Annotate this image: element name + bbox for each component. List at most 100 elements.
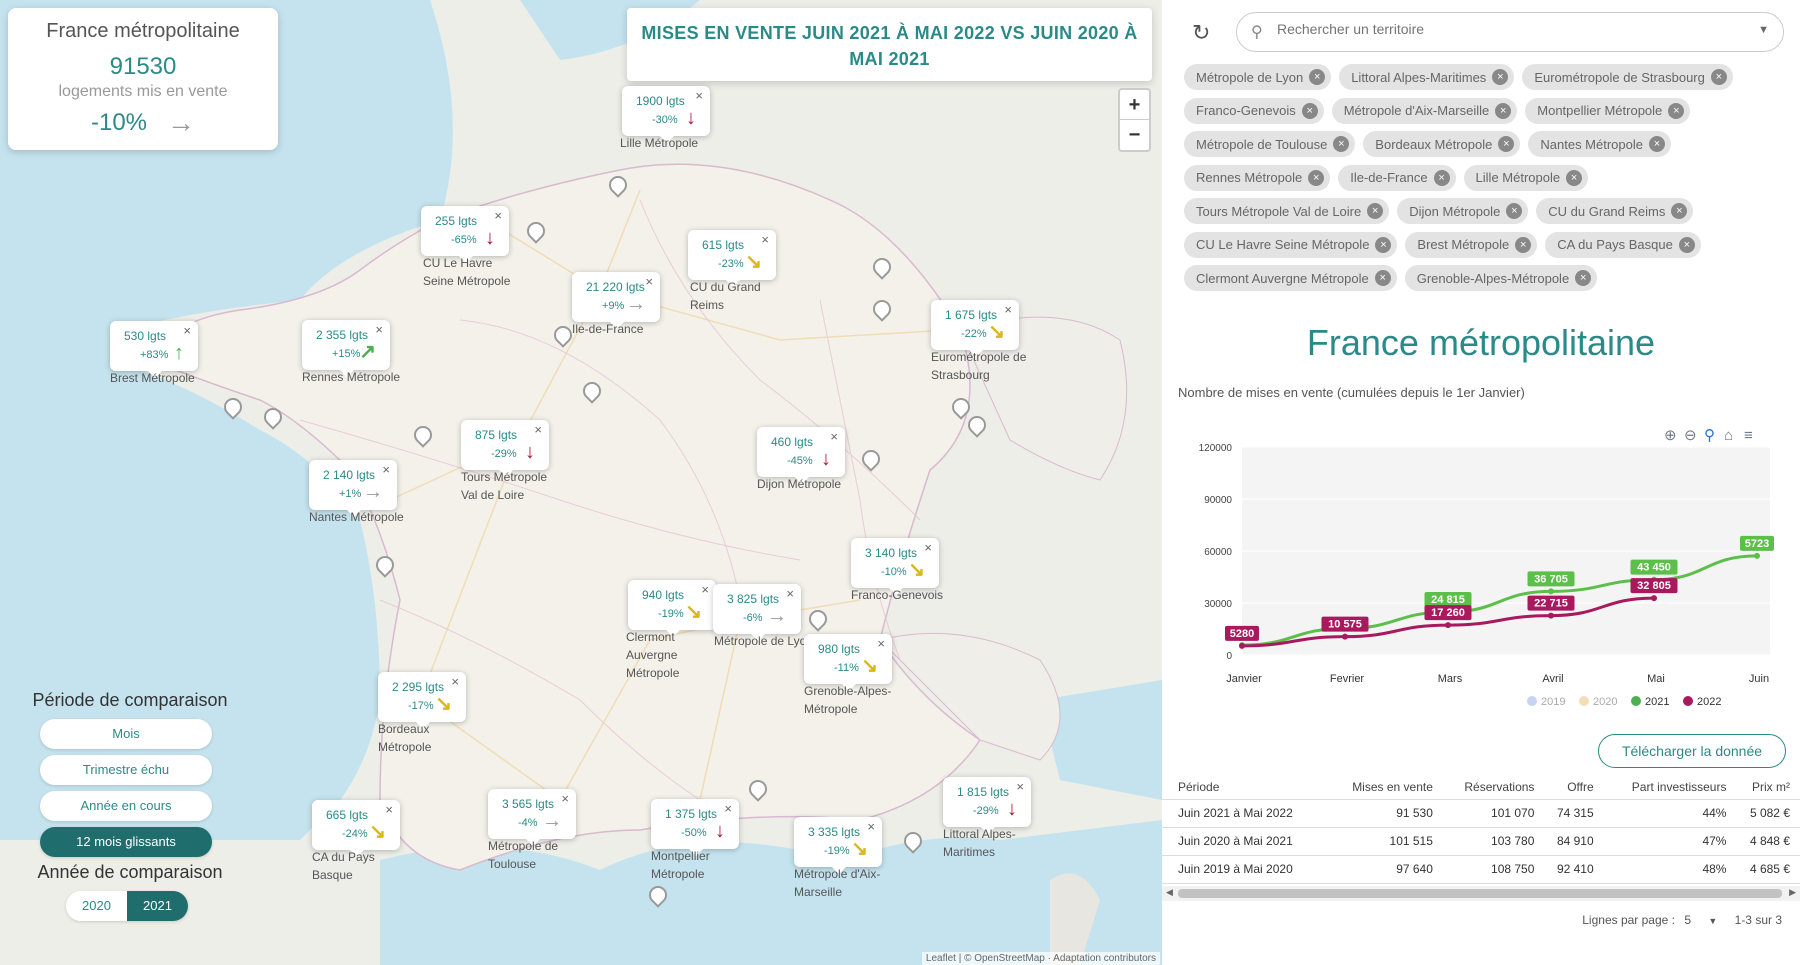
legend-label[interactable]: 2022 [1697, 696, 1721, 708]
marker-label[interactable]: Métropole de Lyon [714, 632, 814, 650]
marker-popup[interactable]: 615 lgts -23% × ↘ [688, 230, 776, 287]
territory-chip[interactable]: Brest Métropole × [1405, 231, 1538, 258]
close-icon[interactable]: × [1004, 302, 1012, 317]
home-icon[interactable]: ⌂ [1724, 427, 1733, 444]
marker-label[interactable]: Grenoble-Alpes-Métropole [804, 682, 904, 718]
period-option[interactable]: Trimestre échu [40, 755, 212, 785]
marker-popup[interactable]: 2 295 lgts -17% × ↘ [378, 672, 466, 729]
marker-popup[interactable]: 3 565 lgts -4% × → [488, 789, 576, 846]
data-point[interactable] [1342, 633, 1348, 640]
data-point[interactable] [1651, 595, 1657, 602]
territory-chip[interactable]: Grenoble-Alpes-Métropole × [1404, 265, 1598, 291]
chevron-down-icon[interactable]: ▼ [1758, 24, 1769, 36]
marker-popup[interactable]: 530 lgts +83% × ↑ [110, 321, 198, 378]
marker-label[interactable]: Métropole de Toulouse [488, 837, 588, 873]
close-icon[interactable]: × [830, 429, 838, 444]
remove-chip-icon[interactable]: × [1495, 102, 1512, 119]
marker-label[interactable]: Littoral Alpes-Maritimes [943, 825, 1043, 861]
territory-chip[interactable]: Bordeaux Métropole × [1363, 131, 1521, 157]
map-view[interactable]: France métropolitaine 91530 logements mi… [0, 0, 1162, 965]
marker-popup[interactable]: 21 220 lgts +9% × → [572, 272, 660, 329]
data-point[interactable] [1445, 622, 1451, 629]
remove-chip-icon[interactable]: × [1566, 169, 1583, 186]
marker-label[interactable]: CU Le Havre Seine Métropole [423, 254, 523, 290]
marker-popup[interactable]: 1 815 lgts -29% × ↓ [943, 777, 1031, 834]
legend-marker[interactable] [1631, 696, 1641, 706]
close-icon[interactable]: × [701, 582, 709, 597]
remove-chip-icon[interactable]: × [1333, 136, 1350, 152]
search-box[interactable]: ⚲ ▼ [1236, 12, 1784, 52]
close-icon[interactable]: × [695, 88, 703, 103]
data-point[interactable] [1754, 552, 1760, 559]
close-icon[interactable]: × [385, 802, 393, 817]
marker-label[interactable]: Ile-de-France [572, 320, 672, 338]
marker-label[interactable]: Bordeaux Métropole [378, 720, 478, 756]
marker-label[interactable]: Clermont Auvergne Métropole [626, 628, 726, 682]
menu-icon[interactable]: ≡ [1744, 427, 1753, 444]
data-point[interactable] [1548, 612, 1554, 619]
column-header[interactable]: Mises en vente [1327, 775, 1443, 800]
territory-chip[interactable]: Tours Métropole Val de Loire × [1184, 198, 1390, 224]
year-option[interactable]: 2020 [66, 891, 127, 921]
column-header[interactable]: Offre [1544, 775, 1604, 800]
search-input[interactable] [1277, 21, 1747, 37]
marker-label[interactable]: Brest Métropole [110, 369, 210, 387]
rows-per-page-select[interactable]: 5 [1684, 913, 1691, 927]
close-icon[interactable]: × [494, 208, 502, 223]
remove-chip-icon[interactable]: × [1374, 270, 1391, 286]
territory-chip[interactable]: Métropole de Toulouse × [1184, 131, 1356, 157]
close-icon[interactable]: × [451, 674, 459, 689]
scroll-left-icon[interactable]: ◀ [1166, 887, 1173, 898]
marker-popup[interactable]: 1 675 lgts -22% × ↘ [931, 300, 1019, 357]
remove-chip-icon[interactable]: × [1710, 69, 1727, 85]
marker-popup[interactable]: 460 lgts -45% × ↓ [757, 427, 845, 484]
territory-chip[interactable]: Métropole d'Aix-Marseille × [1331, 97, 1518, 124]
territory-chip[interactable]: CU Le Havre Seine Métropole × [1184, 231, 1398, 258]
territory-chip[interactable]: Eurométropole de Strasbourg × [1522, 64, 1733, 90]
remove-chip-icon[interactable]: × [1649, 136, 1665, 152]
close-icon[interactable]: × [877, 636, 885, 651]
map-attribution[interactable]: Leaflet | © OpenStreetMap · Adaptation c… [921, 952, 1160, 965]
territory-chip[interactable]: Nantes Métropole × [1528, 131, 1671, 157]
remove-chip-icon[interactable]: × [1301, 102, 1318, 119]
marker-label[interactable]: Dijon Métropole [757, 475, 857, 493]
marker-label[interactable]: Tours Métropole Val de Loire [461, 468, 561, 504]
marker-popup[interactable]: 3 140 lgts -10% × ↘ [851, 538, 939, 595]
scroll-right-icon[interactable]: ▶ [1789, 887, 1796, 898]
table-row[interactable]: Juin 2020 à Mai 2021 101 515 103 780 84 910… [1162, 827, 1800, 856]
column-header[interactable]: Réservations [1442, 775, 1545, 800]
marker-popup[interactable]: 1 375 lgts -50% × ↓ [651, 799, 739, 856]
remove-chip-icon[interactable]: × [1668, 102, 1685, 119]
zoom-in-icon[interactable]: ⊕ [1664, 427, 1677, 444]
close-icon[interactable]: × [382, 462, 390, 477]
legend-marker[interactable] [1683, 696, 1693, 706]
remove-chip-icon[interactable]: × [1375, 236, 1392, 253]
marker-label[interactable]: Métropole d'Aix-Marseille [794, 865, 894, 901]
zoom-in-button[interactable]: + [1120, 90, 1149, 120]
marker-label[interactable]: Rennes Métropole [302, 368, 402, 386]
marker-popup[interactable]: 980 lgts -11% × ↘ [804, 634, 892, 691]
marker-popup[interactable]: 3 335 lgts -19% × ↘ [794, 817, 882, 874]
remove-chip-icon[interactable]: × [1308, 169, 1325, 186]
territory-chip[interactable]: Dijon Métropole × [1397, 198, 1529, 224]
territory-chip[interactable]: Ile-de-France × [1338, 164, 1456, 191]
zoom-out-button[interactable]: − [1120, 120, 1149, 150]
legend-label[interactable]: 2020 [1593, 696, 1617, 708]
legend-label[interactable]: 2021 [1645, 696, 1669, 708]
close-icon[interactable]: × [924, 540, 932, 555]
marker-label[interactable]: Lille Métropole [620, 134, 720, 152]
remove-chip-icon[interactable]: × [1492, 69, 1509, 85]
close-icon[interactable]: × [645, 274, 653, 289]
column-header[interactable]: Prix m² [1736, 775, 1800, 800]
close-icon[interactable]: × [561, 791, 569, 806]
close-icon[interactable]: × [375, 322, 383, 337]
marker-label[interactable]: CU du Grand Reims [690, 278, 790, 314]
remove-chip-icon[interactable]: × [1309, 69, 1326, 85]
magnifier-icon[interactable]: ⚲ [1704, 427, 1715, 444]
legend-label[interactable]: 2019 [1541, 696, 1565, 708]
period-option[interactable]: 12 mois glissants [40, 827, 212, 857]
marker-popup[interactable]: 1900 lgts -30% × ↓ [622, 86, 710, 143]
download-button[interactable]: Télécharger la donnée [1598, 734, 1786, 768]
data-point[interactable] [1548, 588, 1554, 595]
marker-popup[interactable]: 3 825 lgts -6% × → [713, 584, 801, 641]
